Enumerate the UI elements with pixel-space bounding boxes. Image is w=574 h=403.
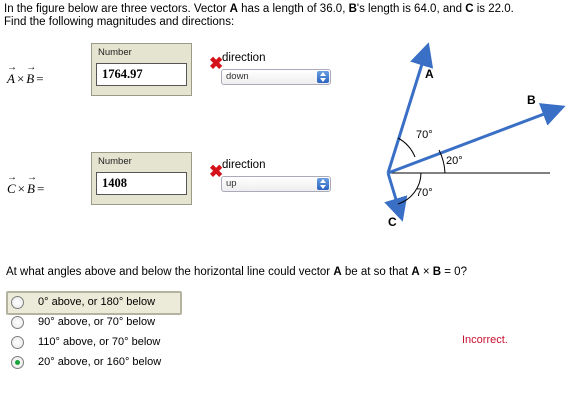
cross-product-c-b-label: → C × → B = (7, 172, 45, 196)
radio-button-selected[interactable] (11, 356, 24, 369)
radio-button[interactable] (11, 296, 24, 309)
radio-button[interactable] (11, 336, 24, 349)
question-text: At what angles above and below the horiz… (6, 266, 467, 278)
radio-button[interactable] (11, 316, 24, 329)
direction-label: direction (222, 159, 266, 171)
number-input-a-b[interactable]: 1764.97 (96, 63, 187, 86)
choice-option-2[interactable]: 90° above, or 70° below (9, 313, 179, 333)
choice-option-4[interactable]: 20° above, or 160° below (9, 353, 179, 373)
feedback-incorrect: Incorrect. (462, 334, 508, 346)
select-arrows-icon (317, 178, 329, 190)
vector-a-arrow (386, 42, 434, 174)
number-box-a-b: Number 1764.97 (91, 43, 192, 96)
problem-line-1: In the figure below are three vectors. V… (4, 3, 514, 15)
angle-label-a: 70° (416, 129, 433, 141)
number-box-c-b: Number 1408 (91, 152, 192, 205)
vector-b-label: B (527, 93, 536, 107)
number-label: Number (98, 156, 132, 167)
problem-text: In the figure below are three vectors. V… (4, 3, 570, 29)
choice-option-1[interactable]: 0° above, or 180° below (9, 293, 179, 313)
angle-label-b: 20° (446, 155, 463, 167)
vector-a-label: A (425, 67, 434, 81)
number-input-c-b[interactable]: 1408 (96, 172, 187, 195)
cross-product-a-b-label: → A × → B = (7, 62, 44, 86)
vector-c-label: C (388, 215, 397, 229)
direction-label: direction (222, 52, 266, 64)
select-arrows-icon (317, 71, 329, 83)
answer-choices: 0° above, or 180° below 90° above, or 70… (9, 291, 181, 377)
angle-arc-a (397, 137, 416, 158)
number-label: Number (98, 47, 132, 58)
vector-c-arrow (384, 172, 408, 222)
choice-option-3[interactable]: 110° above, or 70° below (9, 333, 179, 353)
angle-label-c: 70° (416, 187, 433, 199)
direction-select-c-b[interactable]: up (221, 176, 331, 192)
direction-select-a-b[interactable]: down (221, 69, 331, 85)
vector-figure: A B C 70° 20° 70° (384, 42, 566, 229)
vector-b-arrow (387, 103, 566, 175)
problem-line-2: Find the following magnitudes and direct… (4, 16, 235, 28)
